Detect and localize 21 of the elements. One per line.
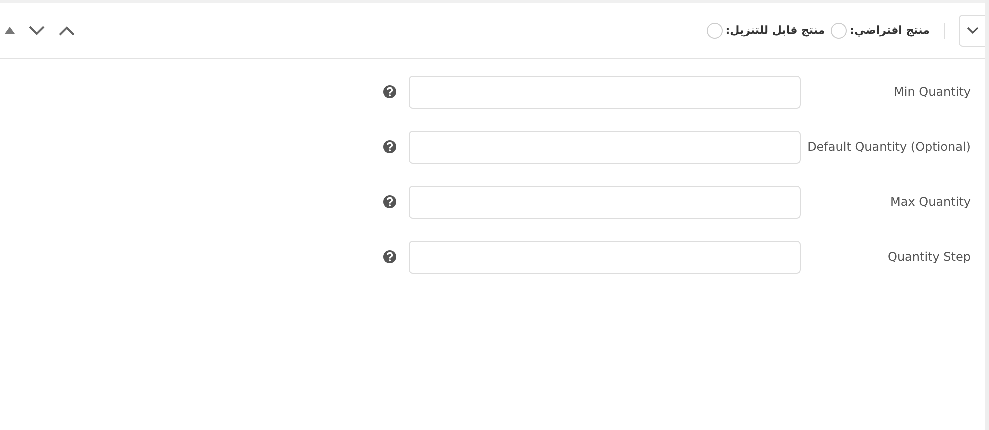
- field-label: Max Quantity: [890, 195, 972, 209]
- help-icon[interactable]: [383, 140, 397, 154]
- triangle-up-icon[interactable]: [5, 27, 15, 34]
- field-label: Default Quantity (Optional): [807, 140, 972, 154]
- field-label: Quantity Step: [887, 250, 972, 264]
- help-icon[interactable]: [383, 195, 397, 209]
- radio-button[interactable]: [706, 22, 723, 38]
- field-label: Min Quantity: [893, 85, 972, 99]
- quantity-field[interactable]: [409, 76, 801, 108]
- option-label: منتج افتراضي:: [850, 24, 930, 37]
- quantity-field[interactable]: [409, 130, 801, 164]
- chevron-down-icon: [966, 26, 978, 34]
- option-label: منتج قابل للتنزيل:: [726, 24, 826, 37]
- chevron-down-icon[interactable]: [29, 26, 45, 36]
- toggle-button[interactable]: [959, 14, 985, 46]
- help-icon[interactable]: [383, 250, 397, 264]
- radio-button[interactable]: [831, 22, 848, 38]
- chevron-up-icon[interactable]: [59, 26, 75, 36]
- quantity-field[interactable]: [409, 240, 801, 274]
- help-icon[interactable]: [383, 85, 397, 99]
- quantity-field[interactable]: [409, 186, 801, 218]
